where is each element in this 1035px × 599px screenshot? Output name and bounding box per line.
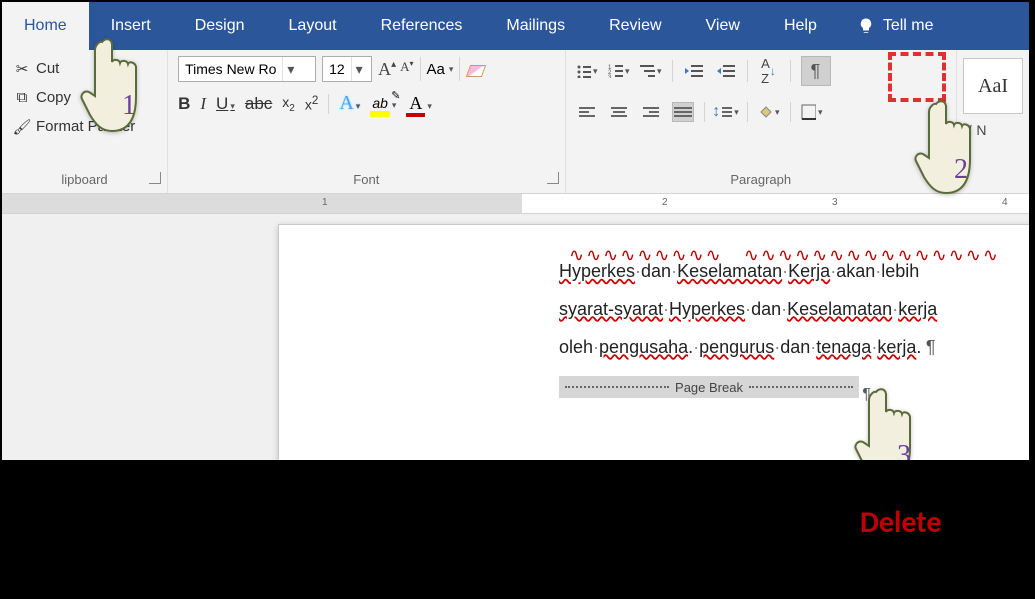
callout-number-1: 1 <box>122 90 136 122</box>
shading-button[interactable]: ▾ <box>758 102 780 122</box>
sort-button[interactable]: AZ↓ <box>758 61 780 81</box>
multilevel-list-button[interactable]: ▾ <box>640 61 662 81</box>
show-hide-pilcrow-button[interactable]: ¶ <box>801 56 831 86</box>
text-effects-button[interactable]: A▾ <box>339 92 360 115</box>
align-right-button[interactable] <box>640 102 662 122</box>
clipboard-launcher-icon[interactable] <box>149 172 161 184</box>
font-launcher-icon[interactable] <box>547 172 559 184</box>
change-case-button[interactable]: Aa▾ <box>427 61 454 78</box>
document-page[interactable]: ∿∿∿∿∿∿∿∿∿ ∿∿∿∿∿∿∿∿∿∿∿∿∿∿∿ ∿∿∿∿∿∿∿∿∿∿∿ ∿∿… <box>278 224 1031 462</box>
superscript-button[interactable]: x2 <box>305 94 318 113</box>
doc-line-2: syarat-syarat·Hyperkes·dan·Keselamatan·k… <box>559 291 1028 329</box>
lightbulb-icon <box>857 17 875 35</box>
tell-me-label: Tell me <box>883 17 934 35</box>
tab-design[interactable]: Design <box>173 2 267 50</box>
scissors-icon: ✂ <box>14 61 30 77</box>
group-clipboard: ✂ Cut ⧉ Copy 🖌 Format Painter lipboard <box>2 50 168 193</box>
align-left-button[interactable] <box>576 102 598 122</box>
ruler-mark-4: 4 <box>1002 197 1008 208</box>
shrink-font-button[interactable]: A▾ <box>400 59 413 80</box>
font-group-label: Font <box>168 168 564 193</box>
document-area: ∿∿∿∿∿∿∿∿∿ ∿∿∿∿∿∿∿∿∿∿∿∿∿∿∿ ∿∿∿∿∿∿∿∿∿∿∿ ∿∿… <box>2 214 1029 462</box>
tell-me[interactable]: Tell me <box>839 2 944 50</box>
cut-button[interactable]: ✂ Cut <box>12 56 157 81</box>
subscript-button[interactable]: x2 <box>282 94 295 114</box>
ruler-mark-2: 2 <box>662 197 668 208</box>
paintbrush-icon: 🖌 <box>14 119 30 135</box>
page-break-marker[interactable]: Page Break ¶ <box>559 376 859 398</box>
tab-references[interactable]: References <box>359 2 485 50</box>
bullets-button[interactable]: ▾ <box>576 61 598 81</box>
callout-number-3: 3 <box>897 440 911 462</box>
copy-label: Copy <box>36 89 71 106</box>
group-font: Times New Ro ▾ 12 ▾ A▴ A▾ Aa▾ <box>168 50 565 193</box>
doc-line-3: oleh·pengusaha.·pengurus·dan·tenaga·kerj… <box>559 329 1028 367</box>
font-color-button[interactable]: A▾ <box>406 93 432 114</box>
clipboard-group-label: lipboard <box>2 168 167 193</box>
font-name-value: Times New Ro <box>179 61 282 77</box>
font-size-value: 12 <box>323 61 351 77</box>
font-name-combo[interactable]: Times New Ro ▾ <box>178 56 316 82</box>
increase-indent-button[interactable] <box>715 61 737 81</box>
align-center-button[interactable] <box>608 102 630 122</box>
style-preview-secondary[interactable]: ¶ N <box>957 122 1029 138</box>
tab-mailings[interactable]: Mailings <box>484 2 587 50</box>
ribbon: ✂ Cut ⧉ Copy 🖌 Format Painter lipboard <box>2 50 1029 194</box>
justify-button[interactable] <box>672 102 694 122</box>
group-paragraph: ▾ 123▾ ▾ AZ↓ ¶ ↕▾ <box>566 50 957 193</box>
underline-button[interactable]: U▾ <box>216 94 235 114</box>
font-size-combo[interactable]: 12 ▾ <box>322 56 372 82</box>
line-spacing-button[interactable]: ↕▾ <box>715 102 737 122</box>
ribbon-tabs: Home Insert Design Layout References Mai… <box>2 2 1029 50</box>
copy-icon: ⧉ <box>14 90 30 106</box>
callout-number-2: 2 <box>954 154 968 186</box>
tab-home[interactable]: Home <box>2 2 89 50</box>
highlight-button[interactable]: ab✎▾ <box>370 95 396 113</box>
tab-help[interactable]: Help <box>762 2 839 50</box>
chevron-down-icon: ▾ <box>351 57 367 81</box>
top-wavy-marks: ∿∿∿∿∿∿∿∿∿ ∿∿∿∿∿∿∿∿∿∿∿∿∿∿∿ ∿∿∿∿∿∿∿∿∿∿∿ ∿∿… <box>569 237 1031 247</box>
word-window: Home Insert Design Layout References Mai… <box>0 0 1031 462</box>
clear-formatting-button[interactable] <box>466 61 486 77</box>
italic-button[interactable]: I <box>200 94 206 114</box>
cut-label: Cut <box>36 60 59 77</box>
ruler-mark-1: 1 <box>322 197 328 208</box>
style-preview-normal[interactable]: AaI <box>963 58 1023 114</box>
numbering-button[interactable]: 123▾ <box>608 61 630 81</box>
paragraph-group-label: Paragraph <box>566 168 956 193</box>
format-painter-label: Format Painter <box>36 118 135 135</box>
tab-insert[interactable]: Insert <box>89 2 173 50</box>
grow-font-button[interactable]: A▴ <box>378 59 396 80</box>
chevron-down-icon: ▾ <box>282 57 298 81</box>
tab-layout[interactable]: Layout <box>267 2 359 50</box>
pilcrow-icon: ¶ <box>862 378 871 412</box>
bold-button[interactable]: B <box>178 94 190 114</box>
tab-review[interactable]: Review <box>587 2 683 50</box>
ruler-mark-3: 3 <box>832 197 838 208</box>
tab-view[interactable]: View <box>684 2 762 50</box>
decrease-indent-button[interactable] <box>683 61 705 81</box>
strikethrough-button[interactable]: abc <box>245 94 272 114</box>
delete-annotation: Delete <box>860 504 941 541</box>
svg-text:3: 3 <box>608 75 612 78</box>
borders-button[interactable]: ▾ <box>801 102 823 122</box>
horizontal-ruler[interactable]: 1 2 3 4 <box>2 194 1029 214</box>
page-break-label: Page Break <box>675 374 743 401</box>
